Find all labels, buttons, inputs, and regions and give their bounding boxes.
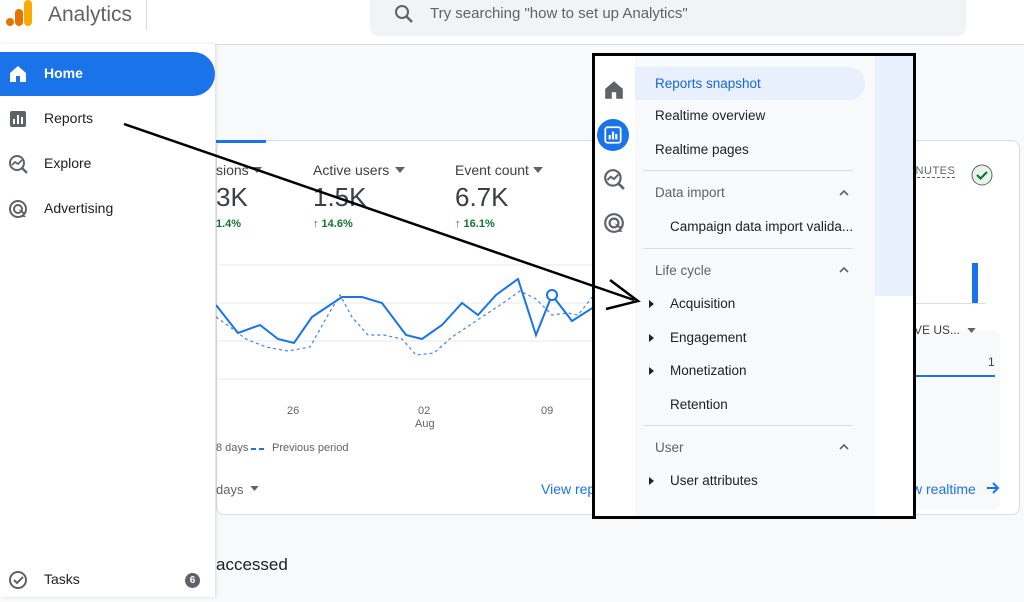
explore-icon bbox=[9, 155, 28, 174]
arrow-right-icon[interactable] bbox=[986, 482, 1000, 494]
menu-item-user-attributes[interactable]: User attributes bbox=[635, 473, 865, 488]
chevron-up-icon[interactable] bbox=[839, 442, 849, 452]
metric-value-sessions: 3K bbox=[216, 182, 248, 212]
chevron-down-icon[interactable] bbox=[395, 167, 405, 173]
section-data-import[interactable]: Data import bbox=[635, 185, 865, 200]
nav-label: Home bbox=[44, 65, 83, 81]
nav-label: Advertising bbox=[44, 200, 114, 216]
section-user[interactable]: User bbox=[635, 440, 865, 455]
left-navigation: Home Reports Explore Advertising Tasks 6 bbox=[0, 44, 215, 597]
metric-delta-active-users: ↑ 14.6% bbox=[313, 218, 353, 230]
chevron-up-icon[interactable] bbox=[839, 265, 849, 275]
view-reports-link[interactable]: View rep bbox=[541, 481, 595, 497]
menu-item-reports-snapshot[interactable]: Reports snapshot bbox=[635, 67, 865, 100]
metric-delta-event-count: ↑ 16.1% bbox=[455, 218, 495, 230]
nav-label: Tasks bbox=[44, 571, 80, 587]
callout-side-panel bbox=[875, 56, 913, 296]
search-icon[interactable] bbox=[394, 4, 414, 24]
metric-label-active-users[interactable]: Active users bbox=[313, 162, 389, 178]
previous-period-line bbox=[216, 290, 594, 356]
reports-menu: Reports snapshot Realtime overview Realt… bbox=[635, 56, 875, 516]
menu-divider bbox=[643, 248, 853, 249]
realtime-metric-selector[interactable]: VE US... bbox=[914, 323, 960, 337]
legend-previous-period: Previous period bbox=[272, 442, 349, 454]
tasks-count-badge: 6 bbox=[185, 573, 200, 588]
menu-item-campaign-data-import[interactable]: Campaign data import valida... bbox=[635, 219, 865, 234]
nav-label: Reports bbox=[44, 110, 94, 126]
chevron-down-icon[interactable] bbox=[533, 167, 543, 173]
nav-item-reports[interactable]: Reports bbox=[0, 97, 215, 141]
nav-item-explore[interactable]: Explore bbox=[0, 142, 215, 186]
bar-chart-icon[interactable] bbox=[602, 124, 624, 146]
check-circle-icon bbox=[971, 164, 993, 186]
header-divider bbox=[146, 0, 147, 30]
home-icon[interactable] bbox=[603, 79, 625, 101]
x-tick-label: 02 bbox=[418, 405, 431, 417]
realtime-value: 1 bbox=[988, 355, 995, 369]
menu-item-realtime-pages[interactable]: Realtime pages bbox=[635, 142, 865, 157]
nav-item-tasks[interactable]: Tasks 6 bbox=[0, 558, 215, 602]
nav-item-home[interactable]: Home bbox=[0, 52, 215, 96]
view-realtime-link[interactable]: w realtime bbox=[912, 481, 976, 497]
chevron-down-icon[interactable] bbox=[967, 328, 976, 333]
chevron-down-icon[interactable] bbox=[252, 167, 262, 173]
reports-menu-callout: Reports snapshot Realtime overview Realt… bbox=[592, 53, 916, 519]
section-life-cycle[interactable]: Life cycle bbox=[635, 263, 865, 278]
menu-item-monetization[interactable]: Monetization bbox=[635, 363, 865, 378]
home-icon bbox=[10, 66, 26, 82]
menu-item-engagement[interactable]: Engagement bbox=[635, 330, 865, 345]
chevron-down-icon[interactable] bbox=[250, 486, 259, 491]
x-tick-label: 09 bbox=[541, 405, 554, 417]
realtime-minutes-label: INUTES bbox=[912, 165, 956, 178]
menu-divider bbox=[643, 425, 853, 426]
nav-item-advertising[interactable]: Advertising bbox=[0, 187, 215, 231]
realtime-baseline bbox=[912, 303, 986, 304]
trend-line-chart bbox=[216, 264, 594, 380]
date-range-selector[interactable]: days bbox=[216, 482, 243, 497]
x-tick-month: Aug bbox=[415, 418, 435, 430]
icon-rail bbox=[595, 56, 635, 516]
dashed-legend-icon bbox=[251, 448, 267, 450]
metric-delta-sessions: 1.4% bbox=[216, 218, 242, 230]
bar-chart-icon bbox=[10, 111, 26, 127]
menu-divider bbox=[643, 170, 853, 171]
menu-item-realtime-overview[interactable]: Realtime overview bbox=[635, 108, 865, 123]
x-tick-label: 26 bbox=[287, 405, 300, 417]
realtime-value-bar bbox=[912, 375, 995, 377]
explore-icon[interactable] bbox=[603, 168, 625, 190]
legend-current-period: 8 days bbox=[216, 442, 249, 454]
app-title: Analytics bbox=[48, 3, 133, 26]
recently-accessed-heading: accessed bbox=[216, 555, 288, 574]
realtime-bar bbox=[972, 263, 978, 303]
metric-label-event-count[interactable]: Event count bbox=[455, 162, 529, 178]
metric-value-active-users: 1.5K bbox=[313, 182, 367, 212]
advertising-icon bbox=[9, 200, 27, 218]
metric-tab-indicator bbox=[216, 140, 266, 143]
tasks-check-icon bbox=[9, 571, 27, 589]
metric-label-sessions[interactable]: sions bbox=[216, 162, 249, 178]
nav-label: Explore bbox=[44, 155, 92, 171]
hover-point bbox=[546, 289, 558, 301]
analytics-logo-icon[interactable] bbox=[6, 0, 34, 28]
metric-value-event-count: 6.7K bbox=[455, 182, 509, 212]
current-period-line bbox=[216, 277, 594, 345]
menu-item-acquisition[interactable]: Acquisition bbox=[635, 296, 865, 311]
chevron-up-icon[interactable] bbox=[839, 188, 849, 198]
menu-item-retention[interactable]: Retention bbox=[635, 397, 865, 412]
search-input[interactable] bbox=[430, 0, 950, 26]
advertising-icon[interactable] bbox=[603, 212, 625, 234]
